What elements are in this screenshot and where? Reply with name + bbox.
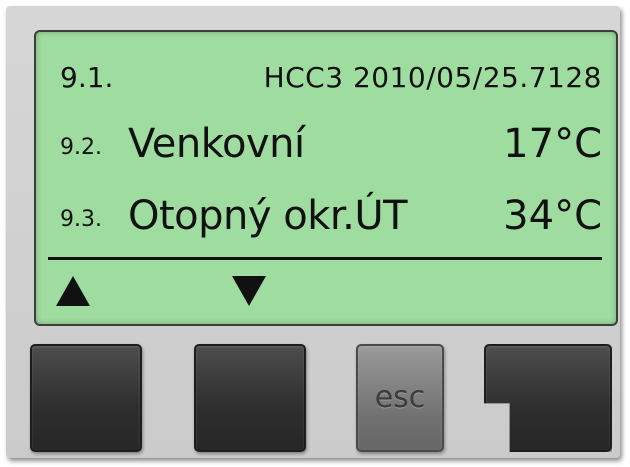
- arrow-down-icon: [232, 276, 266, 306]
- menu-number-9-2: 9.2.: [60, 135, 102, 160]
- display-divider: [48, 257, 602, 260]
- menu-number-9-3: 9.3.: [60, 207, 102, 232]
- row-value-heating-temp: 34°C: [503, 193, 602, 239]
- down-button[interactable]: [194, 344, 306, 452]
- menu-number-9-1: 9.1.: [60, 61, 114, 94]
- lcd-display: 9.1. HCC3 2010/05/25.7128 9.2. Venkovní …: [34, 30, 618, 326]
- row-value-outdoor-temp: 17°C: [503, 121, 602, 167]
- esc-button-label: esc: [374, 380, 426, 415]
- up-button[interactable]: [30, 344, 142, 452]
- device-identifier: HCC3 2010/05/25.7128: [263, 61, 602, 94]
- arrow-up-icon: [56, 276, 90, 306]
- menu-row-heating-circuit[interactable]: 9.3. Otopný okr.ÚT 34°C: [60, 188, 602, 244]
- menu-row-outdoor[interactable]: 9.2. Venkovní 17°C: [60, 116, 602, 172]
- row-label-heating-circuit: Otopný okr.ÚT: [128, 193, 408, 239]
- controller-panel: 9.1. HCC3 2010/05/25.7128 9.2. Venkovní …: [6, 6, 620, 458]
- header-line: 9.1. HCC3 2010/05/25.7128: [60, 58, 602, 98]
- enter-button[interactable]: [484, 344, 612, 452]
- row-label-outdoor: Venkovní: [128, 121, 305, 167]
- esc-button[interactable]: esc: [356, 344, 444, 452]
